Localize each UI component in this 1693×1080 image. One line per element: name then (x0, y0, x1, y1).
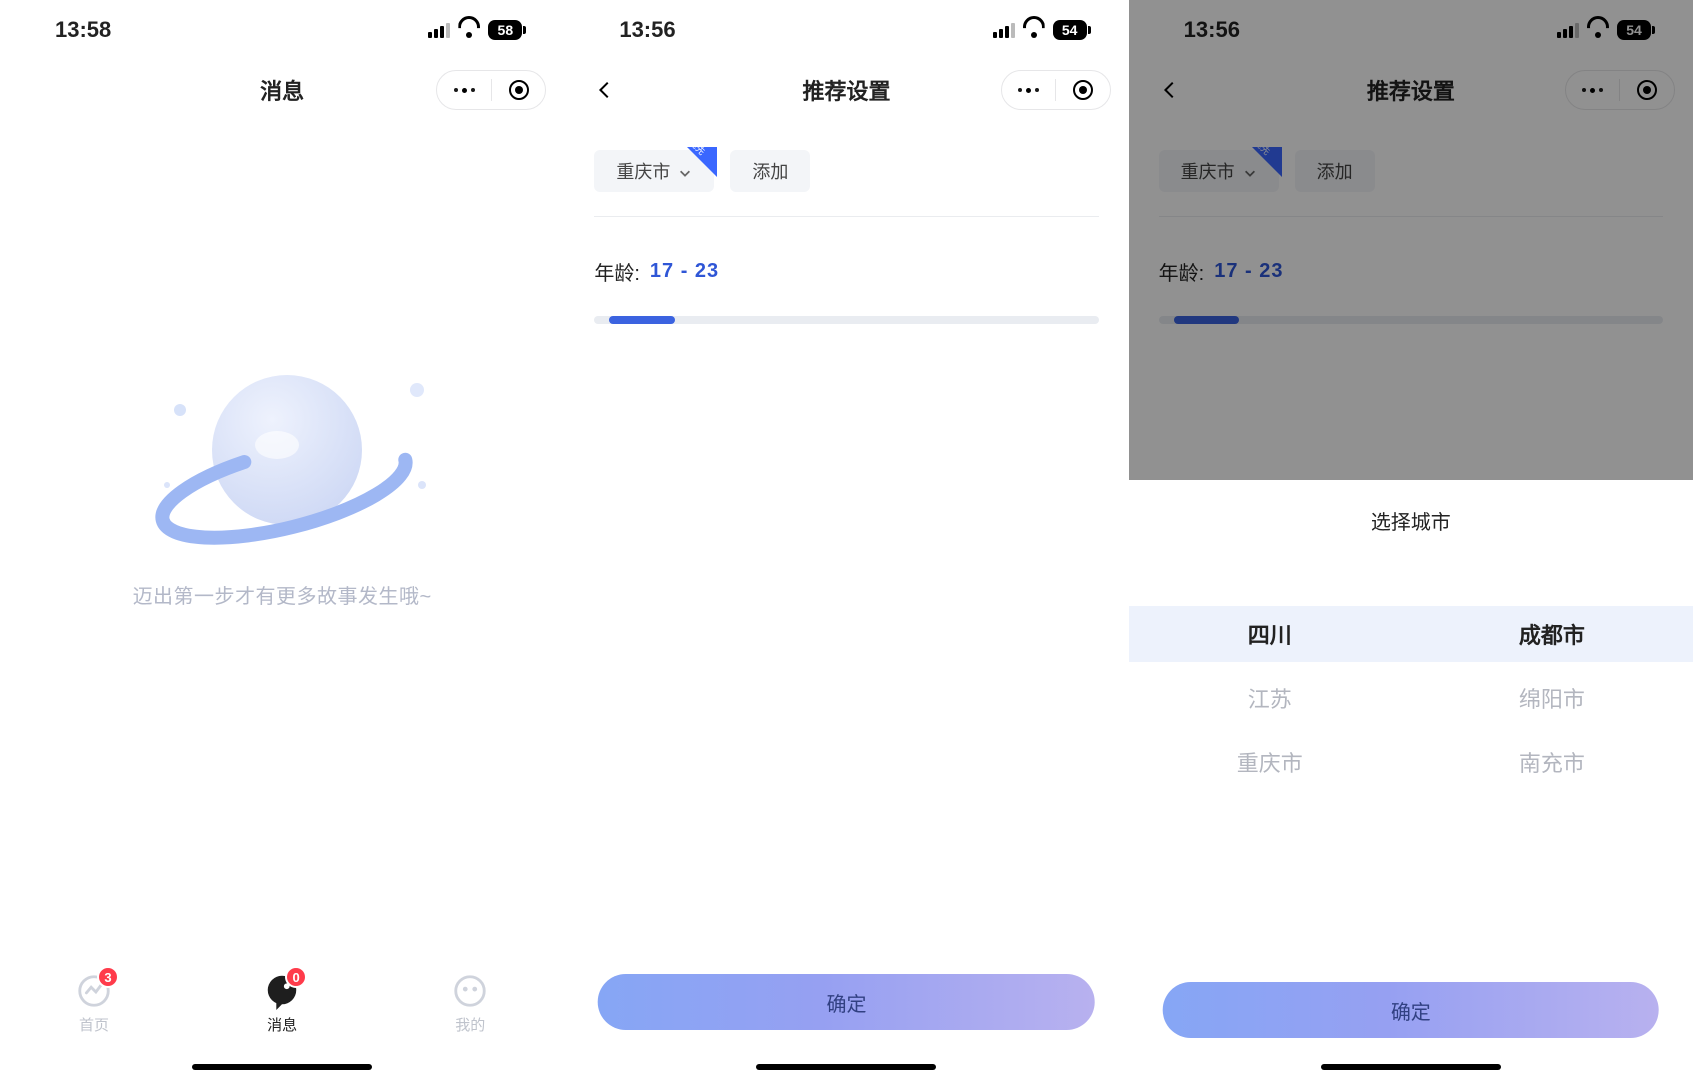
planet-illustration (132, 350, 432, 570)
screen-recommend-settings: 13:56 54 推荐设置 重庆市 优先 添加 (564, 0, 1128, 1080)
picker-item[interactable]: 江苏 (1129, 670, 1411, 726)
age-slider-fill (609, 316, 675, 324)
wifi-icon (1023, 22, 1045, 38)
titlebar: 消息 (0, 60, 564, 120)
add-city-chip[interactable]: 添加 (730, 150, 810, 192)
page-title: 推荐设置 (802, 74, 890, 106)
age-row: 年龄: 17 - 23 (594, 257, 1098, 286)
picker-item[interactable]: 南充市 (1411, 734, 1693, 790)
close-miniprogram-icon[interactable] (1056, 80, 1110, 100)
confirm-button[interactable]: 确定 (1163, 982, 1660, 1038)
picker-item[interactable]: 成都市 (1411, 606, 1693, 662)
picker[interactable]: 四川 江苏 重庆市 成都市 绵阳市 南充市 (1129, 606, 1693, 956)
picker-item[interactable]: 四川 (1129, 606, 1411, 662)
profile-icon (451, 972, 489, 1010)
tab-bar: 3 首页 0 消息 我的 (0, 960, 564, 1080)
more-icon[interactable] (437, 88, 491, 93)
city-chip-row: 重庆市 优先 添加 (594, 150, 1098, 217)
modal-dimmer[interactable] (1129, 0, 1693, 480)
cellular-icon (993, 22, 1015, 38)
tab-messages-label: 消息 (267, 1014, 297, 1035)
tab-home-label: 首页 (79, 1014, 109, 1035)
home-badge: 3 (97, 966, 119, 988)
home-icon: 3 (75, 972, 113, 1010)
picker-item[interactable]: 重庆市 (1129, 734, 1411, 790)
confirm-button[interactable]: 确定 (598, 974, 1095, 1030)
cellular-icon (428, 22, 450, 38)
tab-home[interactable]: 3 首页 (75, 972, 113, 1080)
close-miniprogram-icon[interactable] (492, 80, 546, 100)
settings-content: 重庆市 优先 添加 年龄: 17 - 23 (564, 120, 1128, 324)
picker-city-column[interactable]: 成都市 绵阳市 南充市 (1411, 606, 1693, 956)
page-title: 消息 (260, 74, 304, 106)
wechat-capsule[interactable] (436, 70, 546, 110)
age-value: 17 - 23 (650, 260, 719, 283)
back-button[interactable] (594, 79, 616, 101)
messages-badge: 0 (285, 966, 307, 988)
picker-province-column[interactable]: 四川 江苏 重庆市 (1129, 606, 1411, 956)
screen-recommend-settings-picker: 13:56 54 推荐设置 重庆市 优先 添加 (1129, 0, 1693, 1080)
status-icons: 58 (428, 20, 522, 40)
wifi-icon (458, 22, 480, 38)
home-indicator[interactable] (192, 1064, 372, 1070)
message-icon: 0 (263, 972, 301, 1010)
city-picker-sheet: 选择城市 四川 江苏 重庆市 成都市 绵阳市 南充市 确定 (1129, 480, 1693, 1080)
tab-mine[interactable]: 我的 (451, 972, 489, 1080)
battery-icon: 58 (488, 20, 522, 40)
age-label: 年龄: (594, 257, 640, 286)
wechat-capsule[interactable] (1001, 70, 1111, 110)
city-chip[interactable]: 重庆市 优先 (594, 150, 714, 192)
age-slider[interactable] (594, 316, 1098, 324)
clock: 13:58 (55, 17, 111, 43)
status-bar: 13:58 58 (0, 0, 564, 60)
picker-item[interactable]: 绵阳市 (1411, 670, 1693, 726)
battery-icon: 54 (1053, 20, 1087, 40)
home-indicator[interactable] (1321, 1064, 1501, 1070)
more-icon[interactable] (1002, 88, 1056, 93)
empty-text: 迈出第一步才有更多故事发生哦~ (133, 580, 432, 609)
add-city-label: 添加 (752, 158, 788, 184)
clock: 13:56 (619, 17, 675, 43)
tab-mine-label: 我的 (455, 1014, 485, 1035)
screen-messages: 13:58 58 消息 (0, 0, 564, 1080)
status-icons: 54 (993, 20, 1087, 40)
titlebar: 推荐设置 (564, 60, 1128, 120)
status-bar: 13:56 54 (564, 0, 1128, 60)
city-chip-label: 重庆市 (616, 158, 670, 184)
empty-state: 迈出第一步才有更多故事发生哦~ (0, 350, 564, 609)
sheet-title: 选择城市 (1129, 506, 1693, 535)
home-indicator[interactable] (756, 1064, 936, 1070)
